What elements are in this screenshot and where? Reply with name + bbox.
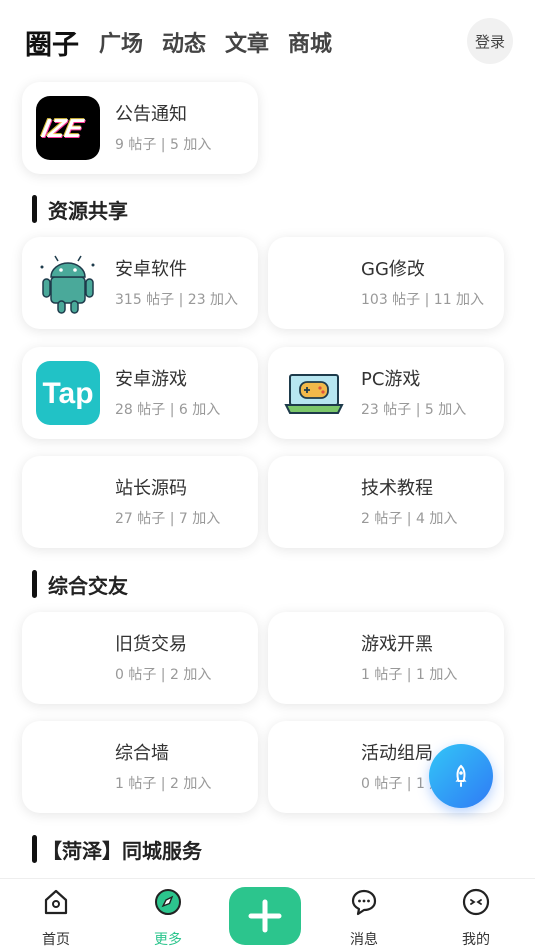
home-icon xyxy=(44,889,68,915)
card-name: 综合墙 xyxy=(115,743,169,764)
card-second-hand[interactable]: 旧货交易 0 帖子 | 2 加入 xyxy=(22,612,258,704)
svg-text:Tap: Tap xyxy=(42,377,93,410)
card-name: GG修改 xyxy=(361,259,425,280)
card-android-apps[interactable]: 安卓软件 315 帖子 | 23 加入 xyxy=(22,237,258,329)
card-name: 公告通知 xyxy=(115,104,187,125)
card-stats: 103 帖子 | 11 加入 xyxy=(361,292,485,308)
ize-logo-icon: IZE IZE IZE xyxy=(36,96,100,160)
card-name: 技术教程 xyxy=(361,478,433,499)
tab-square[interactable]: 广场 xyxy=(99,26,143,58)
card-pc-games[interactable]: PC游戏 23 帖子 | 5 加入 xyxy=(268,347,504,439)
section-title-text: 综合交友 xyxy=(48,574,128,598)
add-post-button[interactable] xyxy=(229,887,301,945)
laptop-gamepad-icon xyxy=(282,361,346,425)
card-site-source[interactable]: 站长源码 27 帖子 | 7 加入 xyxy=(22,456,258,548)
bottom-nav-mine[interactable]: 我的 xyxy=(446,887,506,949)
bottom-nav-label: 首页 xyxy=(42,932,70,948)
card-name: 安卓游戏 xyxy=(115,369,187,390)
tab-circle[interactable]: 圈子 xyxy=(25,23,79,62)
section-title-text: 【菏泽】同城服务 xyxy=(42,839,202,863)
section-marker xyxy=(32,195,37,223)
bottom-nav-more[interactable]: 更多 xyxy=(138,887,198,949)
section-marker xyxy=(32,570,37,598)
card-tech-tutorials[interactable]: 技术教程 2 帖子 | 4 加入 xyxy=(268,456,504,548)
section-title-text: 资源共享 xyxy=(48,199,128,223)
tap-logo-icon: Tap xyxy=(36,361,100,425)
section-title-social: 综合交友 xyxy=(32,570,128,599)
card-stats: 2 帖子 | 4 加入 xyxy=(361,511,458,527)
bottom-nav-label: 消息 xyxy=(350,932,378,948)
card-stats: 28 帖子 | 6 加入 xyxy=(115,402,221,418)
card-stats: 23 帖子 | 5 加入 xyxy=(361,402,467,418)
card-stats: 27 帖子 | 7 加入 xyxy=(115,511,221,527)
bottom-nav-label: 我的 xyxy=(462,932,490,948)
card-stats: 0 帖子 | 2 加入 xyxy=(115,667,212,683)
section-marker xyxy=(32,835,37,863)
card-game-team[interactable]: 游戏开黑 1 帖子 | 1 加入 xyxy=(268,612,504,704)
plus-icon xyxy=(248,899,282,933)
bottom-nav-home[interactable]: 首页 xyxy=(26,887,86,949)
top-navigation: 圈子 广场 动态 文章 商城 登录 xyxy=(0,0,535,80)
rocket-fab-button[interactable] xyxy=(429,744,493,808)
rocket-icon xyxy=(455,764,467,787)
android-robot-icon xyxy=(36,251,100,315)
card-general-wall[interactable]: 综合墙 1 帖子 | 2 加入 xyxy=(22,721,258,813)
tab-dynamics[interactable]: 动态 xyxy=(162,26,206,58)
login-button[interactable]: 登录 xyxy=(467,18,513,64)
svg-text:IZE: IZE xyxy=(39,113,87,143)
section-title-local-service: 【菏泽】同城服务 xyxy=(32,835,202,864)
bottom-navigation: 首页 更多 消息 我的 xyxy=(0,878,535,951)
card-stats: 1 帖子 | 2 加入 xyxy=(115,776,212,792)
card-name: 游戏开黑 xyxy=(361,634,433,655)
card-name: 旧货交易 xyxy=(115,634,187,655)
section-title-resources: 资源共享 xyxy=(32,195,128,224)
card-gg-modify[interactable]: GG修改 103 帖子 | 11 加入 xyxy=(268,237,504,329)
card-stats: 9 帖子 | 5 加入 xyxy=(115,137,212,153)
card-name: 活动组局 xyxy=(361,743,433,764)
card-android-games[interactable]: Tap 安卓游戏 28 帖子 | 6 加入 xyxy=(22,347,258,439)
tab-articles[interactable]: 文章 xyxy=(225,26,269,58)
card-stats: 315 帖子 | 23 加入 xyxy=(115,292,239,308)
card-name: PC游戏 xyxy=(361,369,421,390)
compass-icon xyxy=(155,889,181,915)
card-stats: 1 帖子 | 1 加入 xyxy=(361,667,458,683)
card-name: 安卓软件 xyxy=(115,259,187,280)
bottom-nav-label: 更多 xyxy=(154,932,182,948)
chat-bubbles-icon xyxy=(351,889,377,916)
tab-mall[interactable]: 商城 xyxy=(288,26,332,58)
card-name: 站长源码 xyxy=(115,478,187,499)
face-icon xyxy=(462,888,490,916)
card-announcement[interactable]: IZE IZE IZE 公告通知 9 帖子 | 5 加入 xyxy=(22,82,258,174)
bottom-nav-messages[interactable]: 消息 xyxy=(334,887,394,949)
